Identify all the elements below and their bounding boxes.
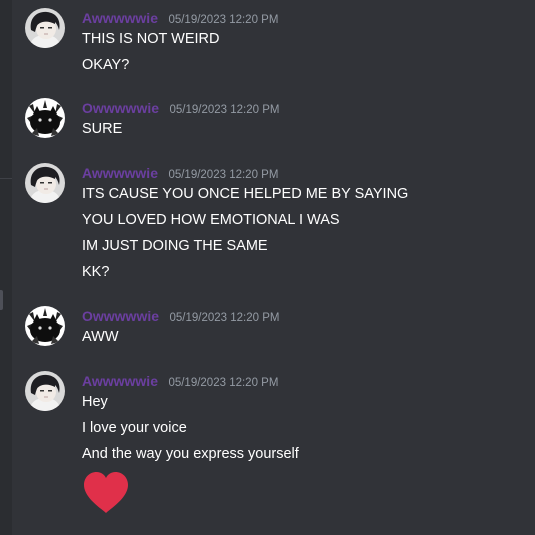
black-cat-avatar-icon[interactable]	[25, 98, 65, 138]
message-header: Awwwwwie 05/19/2023 12:20 PM	[82, 371, 278, 391]
message-text: SURE	[82, 121, 123, 137]
message-text: KK?	[82, 264, 110, 280]
username[interactable]: Owwwwwie	[82, 308, 159, 324]
message-group: Awwwwwie 05/19/2023 12:20 PM THIS IS NOT…	[0, 8, 535, 78]
message-group: Owwwwwie 05/19/2023 12:20 PM SURE	[0, 98, 535, 142]
message-group: Owwwwwie 05/19/2023 12:20 PM AWW	[0, 306, 535, 350]
username[interactable]: Awwwwwie	[82, 10, 158, 26]
message-text: ITS CAUSE YOU ONCE HELPED ME BY SAYING	[82, 186, 409, 202]
message-text: IM JUST DOING THE SAME	[82, 238, 268, 254]
message-group: Awwwwwie 05/19/2023 12:20 PM Hey I love …	[0, 371, 535, 521]
anime-boy-avatar-icon[interactable]	[25, 8, 65, 48]
timestamp: 05/19/2023 12:20 PM	[168, 377, 279, 389]
message-group: Awwwwwie 05/19/2023 12:20 PM ITS CAUSE Y…	[0, 163, 535, 288]
message-text: And the way you express yourself	[82, 446, 299, 462]
message-header: Owwwwwie 05/19/2023 12:20 PM	[82, 98, 279, 118]
message-text: Hey	[82, 394, 108, 410]
message-header: Awwwwwie 05/19/2023 12:20 PM	[82, 163, 278, 183]
timestamp: 05/19/2023 12:20 PM	[169, 312, 280, 324]
username[interactable]: Awwwwwie	[82, 373, 158, 389]
message-text: YOU LOVED HOW EMOTIONAL I WAS	[82, 212, 340, 228]
message-list: Awwwwwie 05/19/2023 12:20 PM THIS IS NOT…	[0, 0, 535, 535]
username[interactable]: Owwwwwie	[82, 100, 159, 116]
timestamp: 05/19/2023 12:20 PM	[169, 104, 280, 116]
red-heart-icon[interactable]	[82, 471, 130, 515]
username[interactable]: Awwwwwie	[82, 165, 158, 181]
timestamp: 05/19/2023 12:20 PM	[168, 14, 279, 26]
timestamp: 05/19/2023 12:20 PM	[168, 169, 279, 181]
message-header: Awwwwwie 05/19/2023 12:20 PM	[82, 8, 278, 28]
message-text: I love your voice	[82, 420, 187, 436]
black-cat-avatar-icon[interactable]	[25, 306, 65, 346]
anime-boy-avatar-icon[interactable]	[25, 371, 65, 411]
anime-boy-avatar-icon[interactable]	[25, 163, 65, 203]
message-header: Owwwwwie 05/19/2023 12:20 PM	[82, 306, 279, 326]
message-text: AWW	[82, 329, 119, 345]
message-text: OKAY?	[82, 57, 130, 73]
message-text: THIS IS NOT WEIRD	[82, 31, 220, 47]
